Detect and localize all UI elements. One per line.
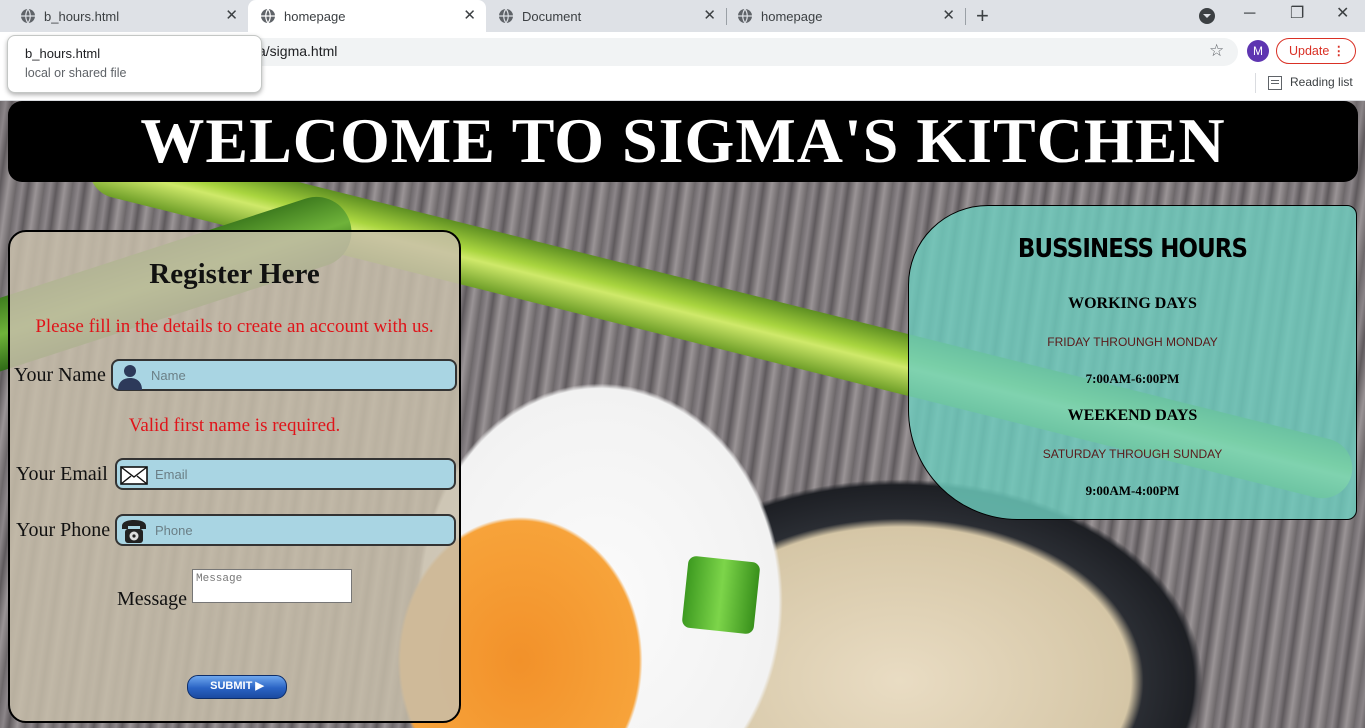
user-icon: [118, 365, 142, 390]
working-days-heading: WORKING DAYS: [1068, 295, 1197, 312]
phone-label: Your Phone: [16, 519, 111, 541]
hours-title: BUSSINESS HOURS: [1017, 234, 1248, 264]
tab-title: homepage: [761, 8, 823, 24]
name-label: Your Name: [14, 364, 106, 386]
tooltip-subtitle: local or shared file: [25, 66, 127, 80]
email-field[interactable]: [115, 458, 456, 490]
tab-title: homepage: [284, 8, 346, 24]
working-days-time: 7:00AM-6:00PM: [1085, 371, 1180, 386]
working-days-range: FRIDAY THROUNGH MONDAY: [1047, 335, 1218, 349]
weekend-days-time: 9:00AM-4:00PM: [1085, 483, 1180, 498]
more-menu-icon[interactable]: ⋮: [1333, 39, 1346, 63]
tab-divider: [965, 8, 966, 25]
close-icon[interactable]: ✕: [463, 7, 476, 25]
register-title: Register Here: [149, 258, 320, 290]
new-tab-button[interactable]: +: [976, 3, 989, 29]
tooltip-title: b_hours.html: [25, 46, 101, 61]
page-title: WELCOME TO SIGMA'S KITCHEN: [140, 105, 1226, 176]
bookmark-star-icon[interactable]: ☆: [1209, 41, 1224, 61]
name-input[interactable]: [151, 364, 449, 386]
phone-field[interactable]: [115, 514, 456, 546]
address-text[interactable]: a/sigma.html: [258, 43, 337, 59]
globe-icon: [738, 8, 752, 24]
weekend-days-range: SATURDAY THROUGH SUNDAY: [1042, 447, 1223, 461]
tab-homepage[interactable]: homepage ✕: [727, 0, 965, 32]
profile-avatar[interactable]: M: [1247, 40, 1269, 62]
business-hours-panel: BUSSINESS HOURS WORKING DAYS FRIDAY THRO…: [908, 205, 1357, 520]
reading-list-divider: [1255, 73, 1256, 93]
message-textarea[interactable]: [192, 569, 352, 603]
tab-title: Document: [522, 8, 582, 24]
envelope-icon: [120, 466, 148, 485]
globe-icon: [21, 8, 35, 24]
name-field[interactable]: [111, 359, 457, 391]
globe-icon: [261, 8, 275, 24]
close-icon[interactable]: ✕: [225, 7, 238, 25]
reading-list-icon[interactable]: [1268, 76, 1282, 90]
register-subtitle: Please fill in the details to create an …: [35, 316, 434, 337]
submit-button[interactable]: SUBMIT ▶: [187, 675, 287, 699]
telephone-icon: [122, 520, 146, 543]
weekend-days-heading: WEEKEND DAYS: [1067, 407, 1198, 424]
tab-search-icon[interactable]: [1199, 8, 1215, 24]
close-icon[interactable]: ✕: [942, 7, 955, 25]
update-label: Update: [1289, 44, 1330, 58]
email-input[interactable]: [155, 463, 448, 485]
window-close-icon[interactable]: ✕: [1336, 4, 1349, 24]
tab-b-hours[interactable]: b_hours.html ✕: [0, 0, 248, 32]
tab-tooltip: b_hours.html local or shared file: [7, 35, 262, 93]
reading-list-label[interactable]: Reading list: [1290, 75, 1353, 89]
tab-document[interactable]: Document ✕: [486, 0, 726, 32]
close-icon[interactable]: ✕: [703, 7, 716, 25]
phone-input[interactable]: [155, 519, 448, 541]
page-viewport: WELCOME TO SIGMA'S KITCHEN Register Here…: [0, 101, 1365, 728]
background-decoration: [681, 555, 761, 635]
name-error: Valid first name is required.: [128, 415, 341, 436]
email-label: Your Email: [16, 463, 108, 485]
tab-homepage-active[interactable]: homepage ✕: [248, 0, 486, 32]
globe-icon: [499, 8, 513, 24]
tab-title: b_hours.html: [44, 8, 120, 24]
message-label: Message: [117, 588, 187, 610]
restore-icon[interactable]: ❐: [1290, 4, 1304, 24]
register-form: Register Here Please fill in the details…: [8, 230, 461, 723]
minimize-icon[interactable]: ─: [1244, 4, 1255, 24]
update-button[interactable]: Update ⋮: [1276, 38, 1356, 64]
page-header: WELCOME TO SIGMA'S KITCHEN: [8, 101, 1358, 182]
